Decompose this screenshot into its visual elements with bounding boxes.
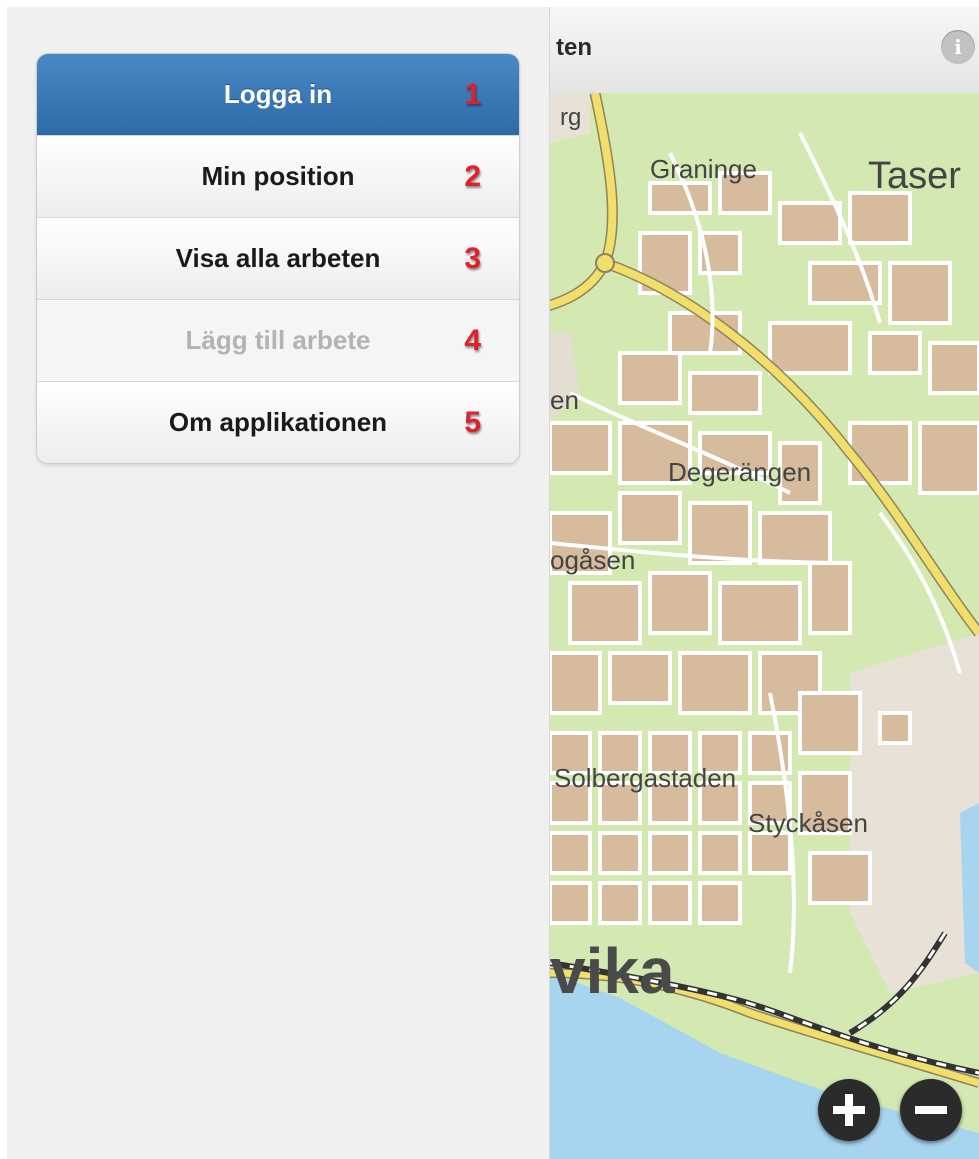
map-panel: ten i rg Graninge Taser en Degerängen og…	[550, 7, 979, 1159]
map-label-degerangen: Degerängen	[668, 457, 811, 487]
zoom-in-button[interactable]	[818, 1079, 880, 1141]
minus-icon	[915, 1106, 947, 1114]
map-label-vika: vika	[550, 935, 675, 1007]
menu-item-number: 5	[464, 405, 481, 439]
menu-item-label: Logga in	[223, 79, 333, 109]
map-label-solbergastaden: Solbergastaden	[554, 763, 736, 793]
map-label-styckasen: Styckåsen	[748, 808, 868, 838]
map-label-taser: Taser	[868, 155, 961, 197]
menu-item-number: 3	[464, 241, 481, 275]
menu-item-label: Visa alla arbeten	[175, 243, 381, 273]
menu-item-number: 2	[464, 159, 481, 193]
menu-item-about-app[interactable]: Om applikationen 5	[37, 381, 519, 463]
map-label-en: en	[550, 385, 579, 415]
side-menu-panel: Logga in 1 Min position 2 Visa alla arbe…	[7, 7, 550, 1159]
menu-item-add-job: Lägg till arbete 4	[37, 299, 519, 381]
zoom-out-button[interactable]	[900, 1079, 962, 1141]
menu-item-login[interactable]: Logga in 1	[37, 54, 519, 135]
page-title: ten	[556, 34, 592, 61]
menu-item-label: Lägg till arbete	[185, 325, 371, 355]
info-button[interactable]: i	[941, 30, 975, 64]
plus-icon	[833, 1094, 865, 1126]
main-menu: Logga in 1 Min position 2 Visa alla arbe…	[36, 53, 520, 464]
menu-item-label: Om applikationen	[168, 407, 388, 437]
menu-item-number: 1	[464, 77, 481, 111]
info-icon: i	[954, 35, 962, 59]
menu-item-my-position[interactable]: Min position 2	[37, 135, 519, 217]
map-label-graninge: Graninge	[650, 154, 757, 184]
map-label-g: rg	[560, 104, 581, 131]
menu-item-show-all-jobs[interactable]: Visa alla arbeten 3	[37, 217, 519, 299]
map-header: ten i	[550, 7, 979, 94]
map-canvas[interactable]: rg Graninge Taser en Degerängen ogåsen S…	[550, 93, 979, 1159]
map-label-gasen: ogåsen	[550, 545, 635, 575]
menu-item-label: Min position	[201, 161, 355, 191]
menu-item-number: 4	[464, 323, 481, 357]
